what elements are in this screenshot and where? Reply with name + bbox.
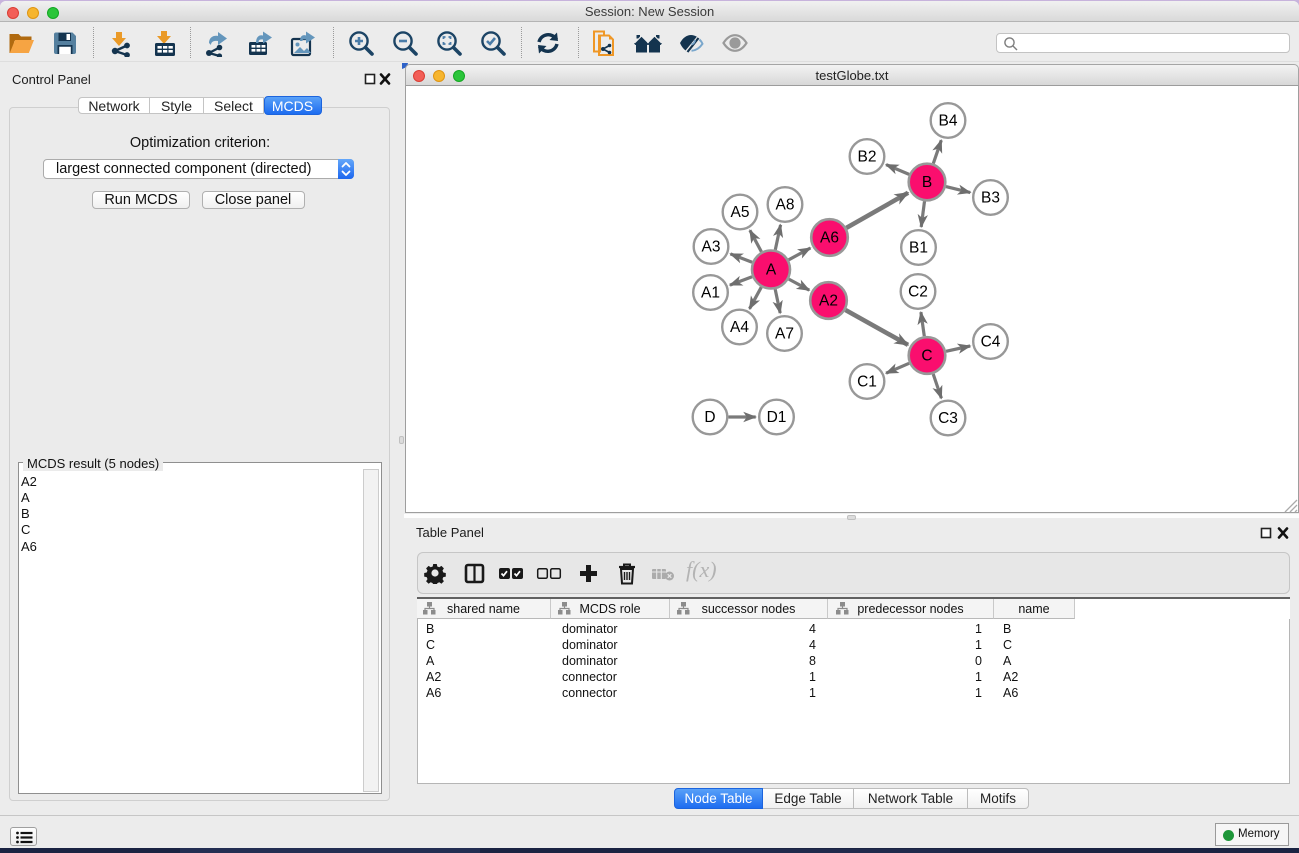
svg-text:A4: A4	[730, 319, 749, 336]
svg-text:B4: B4	[939, 113, 958, 130]
svg-text:D1: D1	[767, 409, 787, 426]
svg-text:A1: A1	[701, 285, 720, 302]
svg-text:A: A	[766, 262, 777, 279]
svg-text:B1: B1	[909, 240, 928, 257]
svg-text:C3: C3	[938, 410, 958, 427]
svg-text:D: D	[704, 409, 715, 426]
svg-text:A6: A6	[820, 230, 839, 247]
svg-text:B: B	[922, 174, 932, 191]
svg-text:C2: C2	[908, 284, 928, 301]
svg-text:A3: A3	[702, 239, 721, 256]
svg-text:A8: A8	[776, 197, 795, 214]
svg-text:A5: A5	[731, 204, 750, 221]
svg-text:B3: B3	[981, 190, 1000, 207]
svg-text:A2: A2	[819, 293, 838, 310]
svg-text:C1: C1	[857, 374, 877, 391]
svg-text:C: C	[921, 348, 932, 365]
svg-text:C4: C4	[981, 334, 1001, 351]
svg-text:B2: B2	[858, 149, 877, 166]
svg-text:A7: A7	[775, 326, 794, 343]
